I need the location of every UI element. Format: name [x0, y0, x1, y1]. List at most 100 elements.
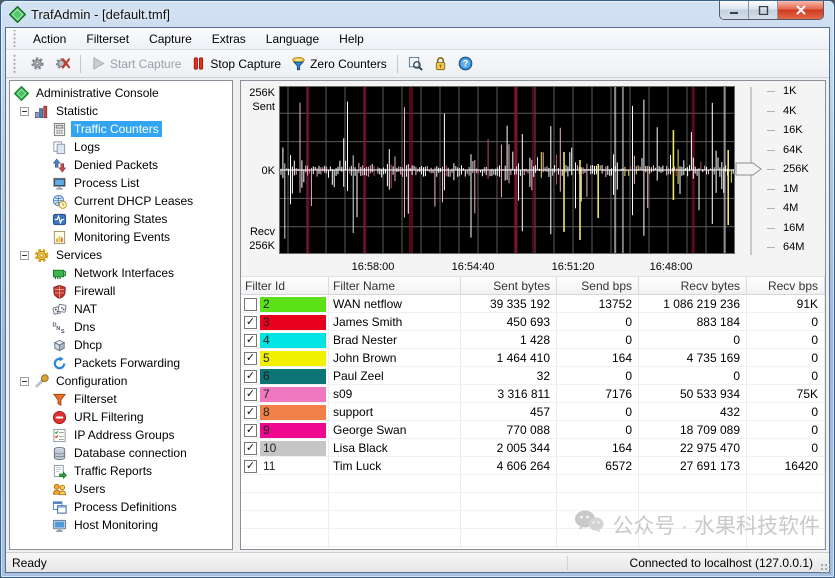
help-button[interactable]: ? — [453, 53, 478, 74]
menu-action[interactable]: Action — [23, 30, 76, 48]
filter-enabled-checkbox[interactable]: ✓ — [244, 316, 257, 329]
statistic-icon — [34, 104, 49, 119]
menu-language[interactable]: Language — [256, 30, 329, 48]
resize-grip[interactable] — [820, 563, 832, 575]
filter-enabled-checkbox[interactable]: ✓ — [244, 424, 257, 437]
sidebar-item-administrative-console[interactable]: Administrative Console — [10, 84, 232, 102]
sidebar-item-traffic-reports[interactable]: Traffic Reports — [10, 462, 232, 480]
filters-table: Filter IdFilter NameSent bytesSend bpsRe… — [241, 277, 825, 549]
minimize-button[interactable] — [720, 1, 749, 19]
expand-collapse-box[interactable] — [20, 377, 29, 386]
tree-item-label: Process Definitions — [71, 499, 180, 515]
sidebar-item-filterset[interactable]: Filterset — [10, 390, 232, 408]
maximize-button[interactable] — [749, 1, 778, 19]
column-header-recv-bps[interactable]: Recv bps — [747, 277, 825, 294]
column-header-filter-name[interactable]: Filter Name — [329, 277, 461, 294]
sidebar-item-process-list[interactable]: Process List — [10, 174, 232, 192]
stop-capture-button[interactable]: Stop Capture — [186, 53, 286, 74]
filter-enabled-checkbox[interactable]: ✓ — [244, 352, 257, 365]
filter-enabled-checkbox[interactable]: ✓ — [244, 388, 257, 401]
sidebar-item-firewall[interactable]: Firewall — [10, 282, 232, 300]
menu-capture[interactable]: Capture — [139, 30, 202, 48]
column-header-send-bps[interactable]: Send bps — [557, 277, 639, 294]
filter-enabled-checkbox[interactable]: ✓ — [244, 370, 257, 383]
scale-slider[interactable] — [731, 81, 771, 264]
tree-item-label: Logs — [71, 139, 103, 155]
settings-button[interactable] — [25, 53, 50, 74]
filter-enabled-checkbox[interactable]: ✓ — [244, 334, 257, 347]
settings-remove-button[interactable] — [50, 53, 75, 74]
lock-button[interactable] — [428, 53, 453, 74]
sidebar-item-nat[interactable]: NAT — [10, 300, 232, 318]
column-header-sent-bytes[interactable]: Sent bytes — [461, 277, 557, 294]
svg-text:S: S — [61, 329, 65, 335]
table-row-filter-10[interactable]: ✓10Lisa Black2 005 34416422 975 4700 — [241, 439, 825, 457]
table-row-filter-3[interactable]: ✓3James Smith450 6930883 1840 — [241, 313, 825, 331]
sidebar-item-services[interactable]: Services — [10, 246, 232, 264]
table-row-filter-9[interactable]: ✓9George Swan770 088018 709 0890 — [241, 421, 825, 439]
table-row-filter-5[interactable]: ✓5John Brown1 464 4101644 735 1690 — [241, 349, 825, 367]
cell-recv-bytes: 0 — [639, 331, 747, 348]
x-tick-16-48-00: 16:48:00 — [650, 261, 693, 273]
sidebar-item-monitoring-states[interactable]: Monitoring States — [10, 210, 232, 228]
sidebar-item-configuration[interactable]: Configuration — [10, 372, 232, 390]
console-icon — [14, 86, 29, 101]
sidebar-item-dhcp[interactable]: Dhcp — [10, 336, 232, 354]
tree-item-label: Statistic — [53, 103, 101, 119]
sidebar-item-current-dhcp-leases[interactable]: Current DHCP Leases — [10, 192, 232, 210]
table-row-filter-4[interactable]: ✓4Brad Nester1 428000 — [241, 331, 825, 349]
nat-icon — [52, 302, 67, 317]
cell-recv-bytes: 883 184 — [639, 313, 747, 330]
process-definitions-icon — [52, 500, 67, 515]
cell-sent-bytes: 457 — [461, 403, 557, 420]
start-capture-button[interactable]: Start Capture — [86, 53, 186, 74]
table-row-filter-2[interactable]: 2WAN netflow39 335 192137521 086 219 236… — [241, 295, 825, 313]
panel-splitter[interactable] — [233, 80, 240, 550]
status-bar: Ready Connected to localhost (127.0.0.1) — [6, 552, 829, 572]
x-tick-16-51-20: 16:51:20 — [552, 261, 595, 273]
column-header-recv-bytes[interactable]: Recv bytes — [639, 277, 747, 294]
sidebar-item-statistic[interactable]: Statistic — [10, 102, 232, 120]
sidebar-item-packets-forwarding[interactable]: Packets Forwarding — [10, 354, 232, 372]
sidebar-item-host-monitoring[interactable]: Host Monitoring — [10, 516, 232, 534]
zero-counters-button[interactable]: Zero Counters — [286, 53, 392, 74]
sidebar-item-monitoring-events[interactable]: Monitoring Events — [10, 228, 232, 246]
sidebar-item-dns[interactable]: DNSDns — [10, 318, 232, 336]
filter-enabled-checkbox[interactable]: ✓ — [244, 406, 257, 419]
sidebar-item-ip-address-groups[interactable]: IP Address Groups — [10, 426, 232, 444]
menu-extras[interactable]: Extras — [202, 30, 256, 48]
cell-send-bps: 0 — [557, 367, 639, 384]
filter-enabled-checkbox[interactable]: ✓ — [244, 442, 257, 455]
expand-collapse-box[interactable] — [20, 107, 29, 116]
sidebar-item-denied-packets[interactable]: Denied Packets — [10, 156, 232, 174]
table-header-row: Filter IdFilter NameSent bytesSend bpsRe… — [241, 277, 825, 295]
sidebar-item-database-connection[interactable]: Database connection — [10, 444, 232, 462]
menu-filterset[interactable]: Filterset — [76, 30, 139, 48]
select-tool-button[interactable] — [403, 53, 428, 74]
table-row-filter-7[interactable]: ✓7s093 316 811717650 533 93475K — [241, 385, 825, 403]
sidebar-item-process-definitions[interactable]: Process Definitions — [10, 498, 232, 516]
sidebar-item-url-filtering[interactable]: URL Filtering — [10, 408, 232, 426]
toolbar: Start CaptureStop CaptureZero Counters? — [6, 50, 829, 78]
table-row-filter-11[interactable]: ✓11Tim Luck4 606 264657227 691 17316420 — [241, 457, 825, 475]
expand-collapse-box[interactable] — [20, 251, 29, 260]
table-row-filter-6[interactable]: ✓6Paul Zeel32000 — [241, 367, 825, 385]
scale-label-16k: 16K — [783, 124, 803, 136]
filterset-icon — [52, 392, 67, 407]
sidebar-item-network-interfaces[interactable]: Network Interfaces — [10, 264, 232, 282]
sidebar-item-users[interactable]: Users — [10, 480, 232, 498]
scale-label-256k: 256K — [783, 163, 809, 175]
sidebar-item-logs[interactable]: Logs — [10, 138, 232, 156]
close-button[interactable] — [778, 1, 823, 19]
menu-help[interactable]: Help — [329, 30, 374, 48]
sidebar-item-traffic-counters[interactable]: Traffic Counters — [10, 120, 232, 138]
svg-text:?: ? — [463, 59, 468, 69]
filter-enabled-checkbox[interactable]: ✓ — [244, 460, 257, 473]
tree-item-label: Users — [71, 481, 108, 497]
column-header-filter-id[interactable]: Filter Id — [241, 277, 329, 294]
filter-enabled-checkbox[interactable] — [244, 298, 257, 311]
empty-cell — [329, 493, 461, 510]
table-row-filter-8[interactable]: ✓8support45704320 — [241, 403, 825, 421]
cell-send-bps: 13752 — [557, 295, 639, 312]
denied-packets-icon — [52, 158, 67, 173]
